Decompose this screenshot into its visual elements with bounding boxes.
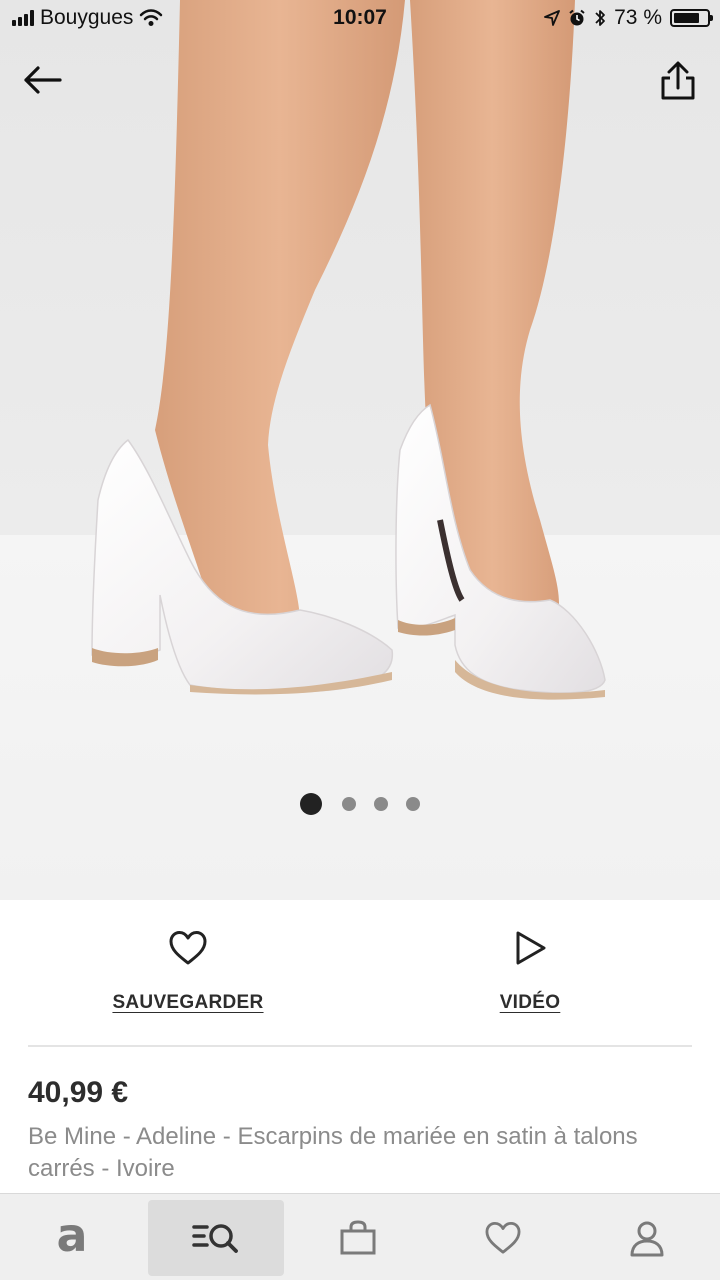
bag-icon <box>340 1220 376 1255</box>
product-page: Bouygues 10:07 73 % SAUVEGARDER VIDÉO 40… <box>0 0 720 1280</box>
play-outline-icon <box>516 931 546 965</box>
product-photo <box>0 0 720 900</box>
tab-bag[interactable] <box>290 1200 426 1276</box>
heart-outline-icon <box>169 931 207 965</box>
account-icon <box>630 1221 664 1257</box>
carousel-dot-1[interactable] <box>300 793 322 815</box>
video-label: VIDÉO <box>499 992 561 1013</box>
tab-home[interactable]: a <box>4 1200 140 1276</box>
tab-saved[interactable] <box>435 1200 571 1276</box>
tab-search[interactable] <box>148 1200 284 1276</box>
tab-account[interactable] <box>579 1200 715 1276</box>
share-icon <box>661 61 695 100</box>
divider <box>28 1045 692 1047</box>
location-arrow-icon <box>544 10 561 26</box>
product-title: Be Mine - Adeline - Escarpins de mariée … <box>28 1123 638 1182</box>
bottom-tab-bar: a <box>0 1193 720 1280</box>
carousel-dot-4[interactable] <box>406 797 420 811</box>
save-button[interactable]: SAUVEGARDER <box>8 900 368 1046</box>
status-bar-right: 73 % <box>544 6 713 30</box>
action-row: SAUVEGARDER VIDÉO <box>0 900 720 1046</box>
arrow-left-icon <box>24 66 62 94</box>
battery-icon <box>670 9 713 27</box>
search-icon <box>192 1224 238 1253</box>
battery-percentage: 73 % <box>614 6 662 29</box>
share-button[interactable] <box>658 58 698 104</box>
product-price: 40,99 € <box>28 1076 129 1109</box>
back-button[interactable] <box>20 58 66 104</box>
carousel-dots[interactable] <box>0 793 720 815</box>
product-image-carousel[interactable]: Bouygues 10:07 73 % <box>0 0 720 900</box>
save-label: SAUVEGARDER <box>112 992 264 1013</box>
heart-icon <box>485 1221 521 1254</box>
status-bar: Bouygues 10:07 73 % <box>0 0 720 38</box>
bluetooth-icon <box>595 10 606 26</box>
home-logo-icon: a <box>56 1208 88 1262</box>
carousel-dot-3[interactable] <box>374 797 388 811</box>
carousel-dot-2[interactable] <box>342 797 356 811</box>
alarm-icon <box>569 9 585 26</box>
video-button[interactable]: VIDÉO <box>350 900 710 1046</box>
